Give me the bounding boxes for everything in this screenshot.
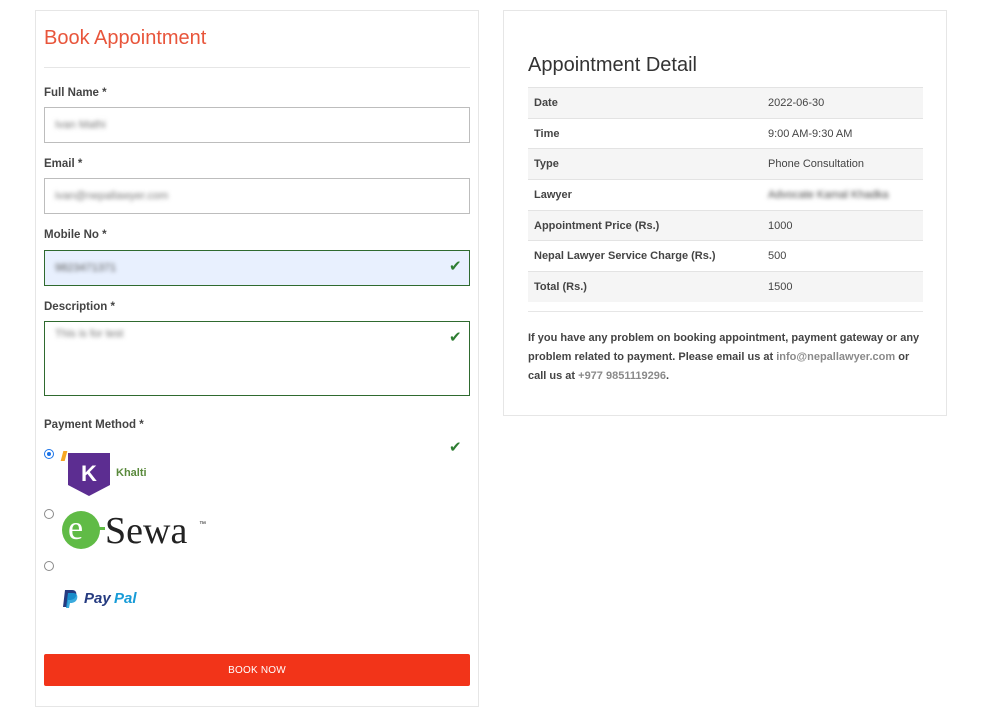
detail-row: Time 9:00 AM-9:30 AM — [528, 117, 923, 149]
title-divider — [44, 67, 470, 68]
description-label: Description * — [44, 301, 115, 313]
detail-row: Total (Rs.) 1500 — [528, 271, 923, 302]
detail-row-key: Total (Rs.) — [528, 271, 762, 302]
appointment-detail-card: Appointment Detail Date 2022-06-30 Time 9:0… — [503, 10, 947, 416]
detail-row-key: Date — [528, 87, 762, 119]
esewa-logo-e: e — [68, 510, 84, 547]
appointment-detail-table: Date 2022-06-30 Time 9:00 AM-9:30 AM Type Pho… — [528, 87, 923, 302]
detail-row-key: Time — [528, 117, 762, 149]
detail-row: Nepal Lawyer Service Charge (Rs.) 500 — [528, 240, 923, 272]
full-name-label: Full Name * — [44, 87, 107, 99]
detail-row-key: Type — [528, 148, 762, 180]
form-title: Book Appointment — [44, 27, 207, 49]
detail-divider — [528, 311, 923, 312]
esewa-logo-text: Sewa — [105, 510, 188, 552]
esewa-logo: e Sewa ™ — [62, 509, 212, 553]
book-now-button[interactable]: Book Now — [44, 654, 470, 686]
detail-row-value: 1000 — [762, 209, 923, 241]
khalti-logo-label: Khalti — [116, 467, 147, 479]
detail-row: Type Phone Consultation — [528, 148, 923, 180]
detail-row-value: 1500 — [762, 271, 923, 302]
support-note: If you have any problem on booking appoi… — [528, 329, 923, 386]
detail-row-value: 500 — [762, 240, 923, 272]
description-value: This is for test — [55, 328, 124, 340]
full-name-value: Ivan Mathi — [55, 119, 106, 131]
full-name-input[interactable] — [44, 107, 470, 143]
esewa-logo-dash — [96, 527, 105, 530]
booking-form-card: Book Appointment Full Name * Ivan Mathi … — [35, 10, 479, 707]
paypal-logo-pay: Pay — [84, 590, 111, 607]
khalti-logo-icon: K — [68, 453, 110, 496]
support-phone-link[interactable]: +977 9851119296 — [578, 370, 666, 382]
detail-row-value: 2022-06-30 — [762, 87, 923, 119]
payment-valid-check-icon: ✔ — [449, 439, 462, 456]
paypal-logo: Pay Pal — [62, 589, 172, 611]
detail-row-value: Advocate Kamal Khadka — [762, 179, 923, 211]
payment-radio-khalti[interactable] — [44, 449, 54, 459]
detail-row-key: Appointment Price (Rs.) — [528, 209, 762, 241]
detail-row: Appointment Price (Rs.) 1000 — [528, 209, 923, 241]
description-valid-check-icon: ✔ — [449, 329, 462, 346]
support-note-end: . — [665, 370, 669, 382]
detail-row-key: Lawyer — [528, 179, 762, 211]
email-value: ivan@nepallawyer.com — [55, 190, 169, 202]
email-label: Email * — [44, 158, 83, 170]
svg-text:K: K — [81, 461, 97, 486]
payment-radio-paypal[interactable] — [44, 561, 54, 571]
detail-row-value: Phone Consultation — [762, 148, 923, 180]
payment-radio-esewa[interactable] — [44, 509, 54, 519]
detail-row-value: 9:00 AM-9:30 AM — [762, 117, 923, 149]
appointment-detail-title: Appointment Detail — [528, 54, 697, 76]
mobile-valid-check-icon: ✔ — [449, 258, 462, 275]
paypal-logo-pal: Pal — [114, 590, 137, 607]
detail-row: Date 2022-06-30 — [528, 87, 923, 119]
payment-method-label: Payment Method * — [44, 419, 144, 431]
mobile-label: Mobile No * — [44, 229, 107, 241]
detail-row: Lawyer Advocate Kamal Khadka — [528, 179, 923, 211]
paypal-logo-icon — [63, 590, 78, 608]
support-email-link[interactable]: info@nepallawyer.com — [776, 351, 895, 363]
esewa-logo-tm: ™ — [199, 521, 206, 528]
detail-row-key: Nepal Lawyer Service Charge (Rs.) — [528, 240, 762, 272]
mobile-value: 9823471371 — [55, 262, 117, 274]
